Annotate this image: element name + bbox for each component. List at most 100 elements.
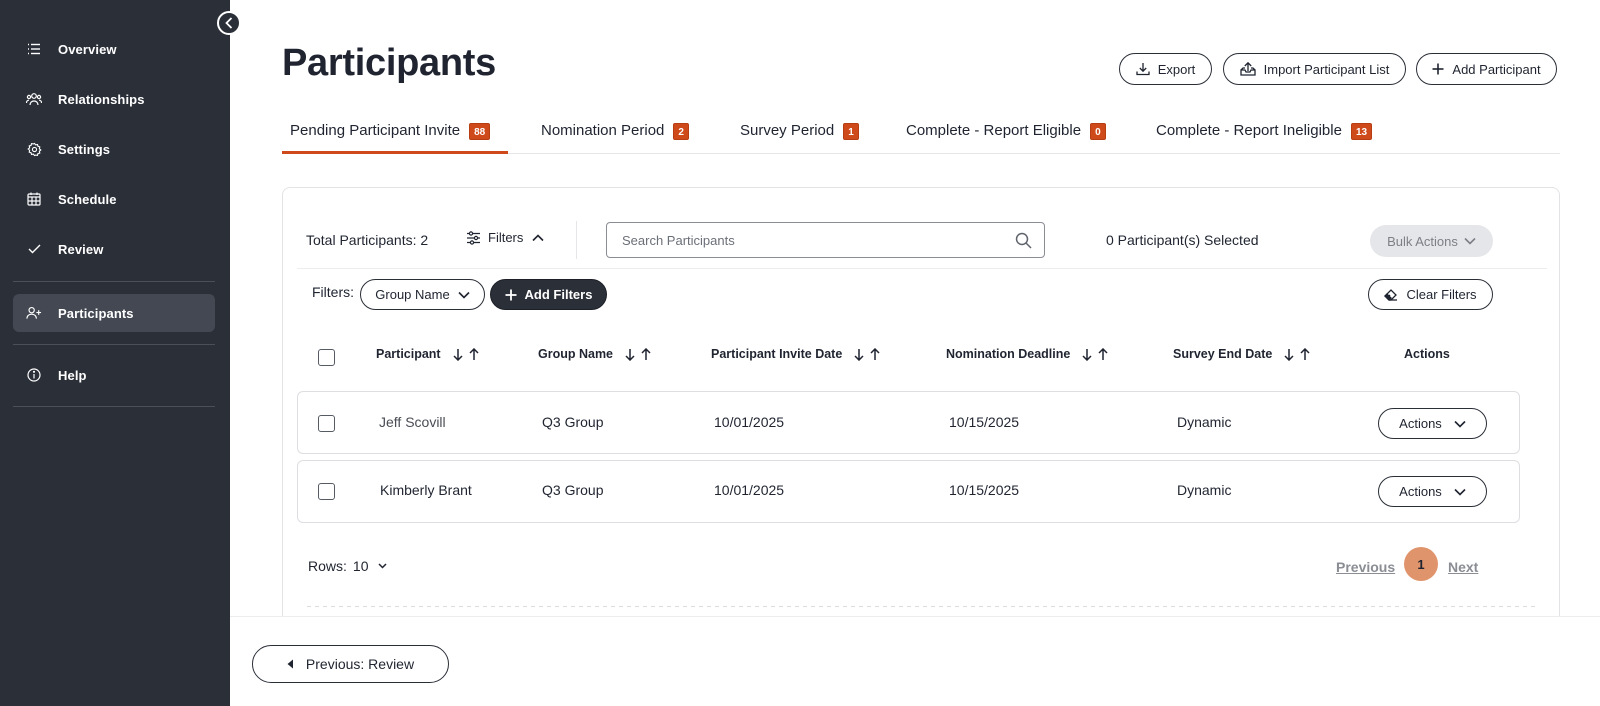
group-name-filter-dropdown[interactable]: Group Name [360,279,485,310]
sidebar-item-participants[interactable]: Participants [13,294,215,332]
survey-end-date-cell: Dynamic [1177,482,1232,498]
nomination-deadline-cell: 10/15/2025 [949,482,1020,498]
sort-ascending-icon[interactable] [1098,347,1108,361]
sidebar-divider [13,406,215,407]
tab-nomination-period[interactable]: Nomination Period 2 [541,112,689,154]
count-badge: 2 [673,123,689,140]
import-participant-list-button[interactable]: Import Participant List [1223,53,1406,85]
plus-icon [1432,63,1452,75]
page-1-button[interactable]: 1 [1404,547,1438,581]
count-badge: 1 [843,123,859,140]
count-badge: 13 [1350,123,1373,140]
row-actions-button[interactable]: Actions [1378,408,1487,439]
export-button[interactable]: Export [1119,53,1212,85]
row-checkbox[interactable] [318,483,335,500]
sort-ascending-icon[interactable] [870,347,880,361]
clear-filters-button[interactable]: Clear Filters [1368,279,1493,310]
survey-end-date-cell: Dynamic [1177,414,1232,430]
people-icon [26,91,42,107]
tab-complete-report-eligible[interactable]: Complete - Report Eligible 0 [906,112,1106,154]
count-badge: 88 [469,123,491,140]
participant-name[interactable]: Jeff Scovill [379,414,446,430]
sidebar-item-help[interactable]: Help [13,356,215,394]
sidebar-item-review[interactable]: Review [13,230,215,268]
chevron-down-icon [1442,420,1466,428]
table-row: Kimberly Brant Q3 Group 10/01/2025 10/15… [297,460,1520,523]
sidebar: Overview Relationships Settings Schedule… [0,0,230,706]
participants-card: Total Participants: 2 Filters 0 Particip… [282,187,1560,627]
sidebar-item-label: Participants [58,305,134,321]
previous-page-link[interactable]: Previous [1336,559,1395,575]
sidebar-item-label: Schedule [58,191,117,207]
rows-per-page-select[interactable]: 10 [353,558,388,574]
chevron-up-icon [532,233,544,242]
footer-bar: Previous: Review [230,616,1600,706]
sidebar-item-overview[interactable]: Overview [13,30,215,68]
sidebar-item-settings[interactable]: Settings [13,130,215,168]
sort-descending-icon[interactable] [854,348,864,361]
toolbar-divider [297,268,1547,269]
search-icon[interactable] [1015,232,1032,249]
tab-complete-report-ineligible[interactable]: Complete - Report Ineligible 13 [1156,112,1373,154]
sidebar-item-label: Overview [58,41,117,57]
selected-count: 0 Participant(s) Selected [1106,232,1259,248]
sidebar-divider [13,281,215,282]
tab-survey-period[interactable]: Survey Period 1 [740,112,859,154]
participant-name[interactable]: Kimberly Brant [380,482,472,498]
sort-descending-icon[interactable] [1082,348,1092,361]
sidebar-item-schedule[interactable]: Schedule [13,180,215,218]
column-header-nomination-deadline: Nomination Deadline [946,347,1108,361]
page-title: Participants [282,42,496,84]
sort-descending-icon[interactable] [1284,348,1294,361]
sidebar-item-relationships[interactable]: Relationships [13,80,215,118]
main-content: Participants Export Import Participant L… [230,0,1600,706]
add-person-icon [26,305,42,321]
plus-icon [505,289,517,301]
chevron-down-icon [1458,237,1476,245]
column-header-participant: Participant [376,347,479,361]
row-actions-button[interactable]: Actions [1378,476,1487,507]
sort-ascending-icon[interactable] [1300,347,1310,361]
search-participants-field [606,222,1045,258]
add-filters-button[interactable]: Add Filters [490,279,607,310]
row-checkbox[interactable] [318,415,335,432]
info-icon [26,367,42,383]
gear-icon [26,141,42,157]
sidebar-item-label: Relationships [58,91,145,107]
status-tabs: Pending Participant Invite 88 Nomination… [282,112,1560,154]
sort-descending-icon[interactable] [625,348,635,361]
previous-review-button[interactable]: Previous: Review [252,645,449,683]
download-icon [1136,62,1158,76]
filters-toggle[interactable]: Filters [466,230,544,245]
next-page-link[interactable]: Next [1448,559,1478,575]
count-badge: 0 [1090,123,1106,140]
select-all-checkbox[interactable] [318,349,335,366]
rows-per-page: Rows: 10 [308,558,388,574]
table-row: Jeff Scovill Q3 Group 10/01/2025 10/15/2… [297,391,1520,454]
eraser-icon [1384,288,1398,301]
column-header-actions: Actions [1404,347,1450,361]
column-header-group-name: Group Name [538,347,651,361]
tab-pending-participant-invite[interactable]: Pending Participant Invite 88 [282,112,508,154]
chevron-down-icon [458,291,470,299]
group-name-cell: Q3 Group [542,482,604,498]
card-bottom-divider [307,606,1537,607]
invite-date-cell: 10/01/2025 [714,414,785,430]
sort-descending-icon[interactable] [453,348,463,361]
add-participant-button[interactable]: Add Participant [1416,53,1557,85]
sidebar-divider [13,344,215,345]
caret-left-icon [287,659,306,669]
bulk-actions-button[interactable]: Bulk Actions [1370,225,1493,257]
search-input[interactable] [607,223,987,257]
sort-ascending-icon[interactable] [469,347,479,361]
list-icon [26,41,42,57]
filters-label: Filters: [312,284,354,300]
sort-ascending-icon[interactable] [641,347,651,361]
sliders-icon [466,230,481,245]
group-name-cell: Q3 Group [542,414,604,430]
column-header-survey-end-date: Survey End Date [1173,347,1310,361]
chevron-down-icon [1442,488,1466,496]
invite-date-cell: 10/01/2025 [714,482,785,498]
column-header-participant-invite-date: Participant Invite Date [711,347,880,361]
collapse-sidebar-button[interactable] [217,11,241,35]
